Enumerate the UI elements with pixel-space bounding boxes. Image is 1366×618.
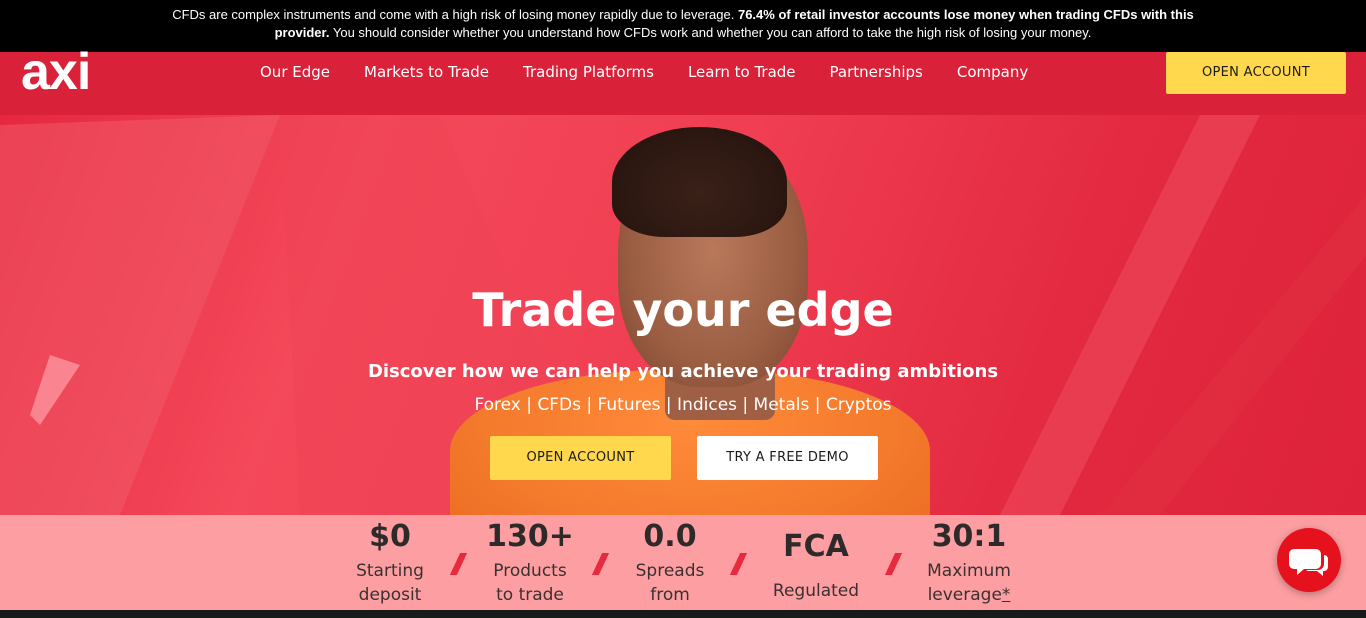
- hero-title: Trade your edge: [472, 283, 894, 337]
- stat-value: 30:1: [931, 519, 1007, 554]
- hero-markets-list: Forex | CFDs | Futures | Indices | Metal…: [474, 395, 892, 415]
- stat-value: 130+: [486, 519, 574, 554]
- stat-leverage: 30:1 Maximum leverage*: [899, 515, 1039, 607]
- axi-logo[interactable]: axi: [21, 46, 113, 98]
- stat-label: from: [650, 585, 690, 605]
- stat-value: 0.0: [643, 519, 697, 554]
- stat-label: Spreads: [635, 561, 705, 581]
- nav-learn-to-trade[interactable]: Learn to Trade: [688, 62, 796, 82]
- stat-label: to trade: [496, 585, 564, 605]
- stat-label: Products: [493, 561, 567, 581]
- stat-label: Starting: [356, 561, 424, 581]
- stat-label: deposit: [358, 585, 422, 605]
- risk-warning-text-end: You should consider whether you understa…: [329, 25, 1092, 40]
- person-hair: [612, 127, 787, 237]
- hero-open-account-button[interactable]: OPEN ACCOUNT: [490, 436, 671, 480]
- stat-value: FCA: [783, 529, 849, 564]
- chat-button[interactable]: [1277, 528, 1341, 592]
- stat-label: Regulated: [772, 581, 860, 601]
- stat-label-text: leverage: [927, 585, 1002, 605]
- stat-label: leverage*: [899, 583, 1039, 607]
- hero-subtitle: Discover how we can help you achieve you…: [367, 361, 999, 382]
- nav-trading-platforms[interactable]: Trading Platforms: [523, 62, 654, 82]
- try-free-demo-button[interactable]: TRY A FREE DEMO: [697, 436, 878, 480]
- nav-our-edge[interactable]: Our Edge: [260, 62, 330, 82]
- chat-bubbles-icon: [1289, 549, 1328, 576]
- nav-company[interactable]: Company: [957, 62, 1028, 82]
- nav-markets-to-trade[interactable]: Markets to Trade: [364, 62, 489, 82]
- stat-spreads: 0.0 Spreads from: [600, 515, 740, 607]
- main-nav: Our Edge Markets to Trade Trading Platfo…: [260, 62, 1062, 82]
- risk-warning-banner: CFDs are complex instruments and come wi…: [0, 0, 1366, 52]
- stat-starting-deposit: $0 Starting deposit: [320, 515, 460, 607]
- nav-partnerships[interactable]: Partnerships: [830, 62, 923, 82]
- header-open-account-button[interactable]: OPEN ACCOUNT: [1166, 52, 1346, 94]
- site-header: axi Our Edge Markets to Trade Trading Pl…: [0, 46, 1366, 115]
- footer-strip: [0, 610, 1366, 618]
- stat-products: 130+ Products to trade: [460, 515, 600, 607]
- stat-label: Maximum: [927, 561, 1011, 581]
- risk-warning-text: CFDs are complex instruments and come wi…: [172, 7, 738, 22]
- stats-bar: $0 Starting deposit 130+ Products to tra…: [0, 515, 1366, 610]
- hero-section: Trade your edge Discover how we can help…: [0, 115, 1366, 515]
- leverage-footnote-link[interactable]: *: [1002, 585, 1011, 605]
- stat-value: $0: [369, 519, 411, 554]
- stat-regulation: FCA Regulated: [746, 515, 886, 603]
